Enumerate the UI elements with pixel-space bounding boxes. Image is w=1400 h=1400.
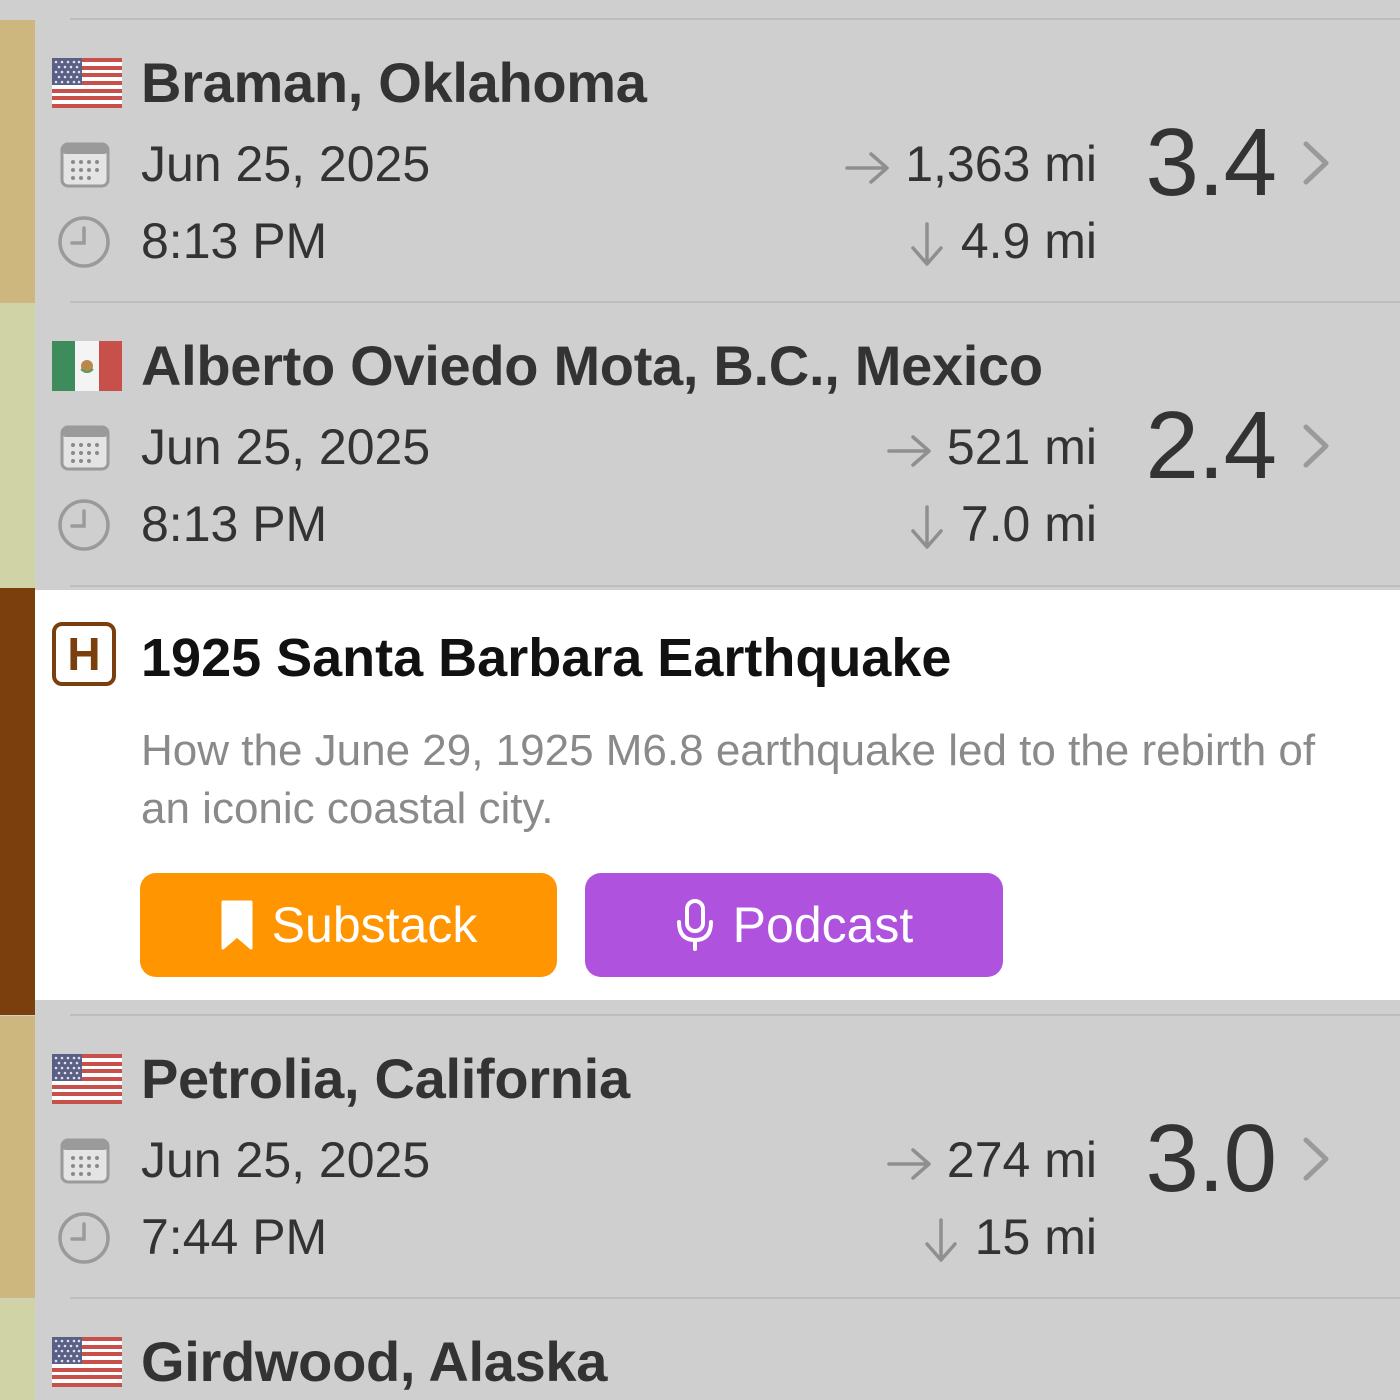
calendar-icon (60, 425, 110, 471)
quake-depth: 15 mi (921, 1208, 1097, 1266)
history-badge-icon: H (52, 622, 116, 686)
chevron-right-icon[interactable] (1300, 423, 1332, 469)
quake-depth: 4.9 mi (907, 212, 1097, 270)
quake-time: 8:13 PM (141, 496, 328, 552)
quake-magnitude: 2.4 (1145, 392, 1277, 499)
quake-place: Petrolia, California (141, 1047, 630, 1110)
quake-time: 7:44 PM (141, 1209, 328, 1265)
bookmark-icon (221, 900, 253, 950)
magnitude-color-strip (0, 303, 35, 588)
distance-value: 521 mi (946, 419, 1097, 475)
us-flag-icon (52, 1337, 122, 1387)
arrow-down-icon (924, 1218, 957, 1262)
us-flag-icon (52, 58, 122, 108)
podcast-label: Podcast (732, 897, 914, 953)
us-flag-icon (52, 1054, 122, 1104)
quake-distance: 521 mi (887, 418, 1097, 476)
quake-magnitude: 3.4 (1145, 109, 1277, 216)
calendar-icon (60, 142, 110, 188)
quake-depth: 7.0 mi (907, 495, 1097, 553)
quake-date: Jun 25, 2025 (141, 419, 431, 475)
quake-date: Jun 25, 2025 (141, 136, 431, 192)
quake-place: Alberto Oviedo Mota, B.C., Mexico (141, 334, 1043, 397)
depth-value: 4.9 mi (960, 213, 1097, 269)
podcast-button[interactable]: Podcast (585, 873, 1003, 977)
quake-magnitude: 3.0 (1145, 1105, 1277, 1212)
distance-value: 1,363 mi (905, 136, 1097, 192)
arrow-right-icon (845, 152, 889, 184)
clock-icon (58, 499, 110, 551)
quake-distance: 1,363 mi (845, 135, 1097, 193)
arrow-down-icon (911, 222, 943, 266)
chevron-right-icon[interactable] (1300, 1136, 1332, 1182)
clock-icon (58, 1212, 110, 1264)
mexico-flag-icon (52, 341, 122, 391)
quake-row-alberto-oviedo-mota[interactable]: Alberto Oviedo Mota, B.C., Mexico Jun 25… (0, 303, 1400, 588)
arrow-right-icon (887, 435, 931, 467)
arrow-right-icon (887, 1148, 931, 1180)
substack-label: Substack (271, 897, 478, 953)
quake-date: Jun 25, 2025 (141, 1132, 431, 1188)
magnitude-color-strip (0, 1299, 35, 1400)
quake-time: 8:13 PM (141, 213, 328, 269)
magnitude-color-strip (0, 1016, 35, 1298)
quake-place: Girdwood, Alaska (141, 1330, 608, 1393)
quake-row-braman[interactable]: Braman, Oklahoma Jun 25, 2025 8:13 PM 1,… (0, 20, 1400, 303)
history-title: 1925 Santa Barbara Earthquake (141, 628, 952, 688)
quake-row-girdwood[interactable]: Girdwood, Alaska (0, 1299, 1400, 1400)
calendar-icon (60, 1138, 110, 1184)
arrow-down-icon (911, 505, 943, 549)
quake-row-petrolia[interactable]: Petrolia, California Jun 25, 2025 7:44 P… (0, 1016, 1400, 1298)
chevron-right-icon[interactable] (1300, 140, 1332, 186)
distance-value: 274 mi (946, 1132, 1097, 1188)
quake-place: Braman, Oklahoma (141, 51, 647, 114)
row-separator (70, 585, 1400, 587)
magnitude-color-strip (0, 20, 35, 303)
history-description: How the June 29, 1925 M6.8 earthquake le… (141, 726, 1316, 833)
depth-value: 15 mi (974, 1209, 1097, 1265)
microphone-icon (676, 899, 713, 951)
clock-icon (58, 216, 110, 268)
substack-button[interactable]: Substack (140, 873, 557, 977)
history-accent-strip (0, 588, 35, 1015)
depth-value: 7.0 mi (960, 496, 1097, 552)
quake-distance: 274 mi (887, 1131, 1097, 1189)
